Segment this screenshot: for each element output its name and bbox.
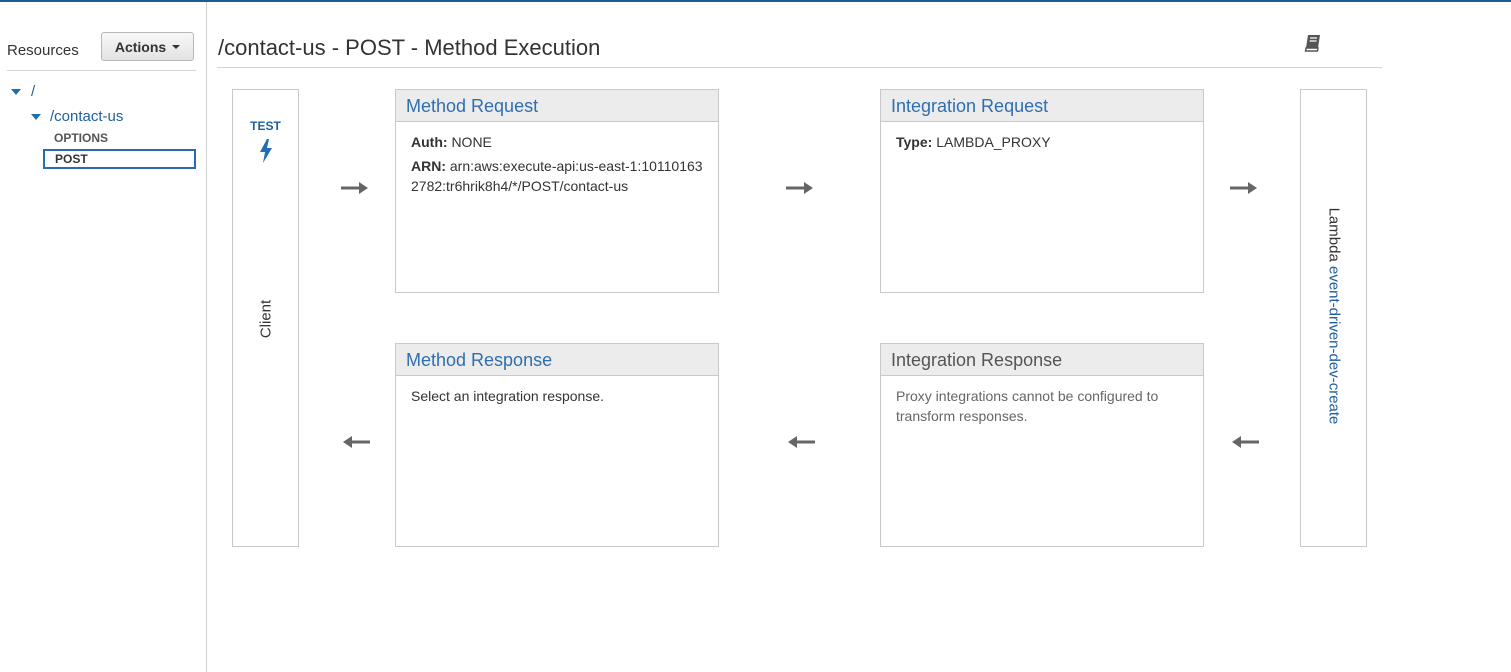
lambda-function-link[interactable]: event-driven-dev-create bbox=[1326, 266, 1343, 424]
arrow-right-icon bbox=[785, 180, 815, 201]
method-request-title[interactable]: Method Request bbox=[396, 90, 718, 122]
type-key: Type: bbox=[896, 134, 933, 150]
integration-request-title[interactable]: Integration Request bbox=[881, 90, 1203, 122]
arrow-left-icon bbox=[786, 434, 816, 455]
arrow-left-icon bbox=[1230, 434, 1260, 455]
resources-sidebar: Resources Actions / /contact-us OPTIONS … bbox=[0, 2, 207, 672]
arrow-right-icon bbox=[340, 180, 370, 201]
expand-triangle-icon[interactable] bbox=[31, 113, 41, 120]
resources-label: Resources bbox=[7, 42, 79, 59]
integration-response-body: Proxy integrations cannot be configured … bbox=[896, 388, 1159, 424]
method-response-box: Method Response Select an integration re… bbox=[395, 343, 719, 547]
type-row: Type: LAMBDA_PROXY bbox=[896, 132, 1188, 152]
arn-key: ARN: bbox=[411, 158, 446, 174]
arrow-right-icon bbox=[1229, 180, 1259, 201]
arn-row: ARN: arn:aws:execute-api:us-east-1:10110… bbox=[411, 156, 703, 196]
client-label: Client bbox=[257, 299, 275, 339]
integration-request-body: Type: LAMBDA_PROXY bbox=[881, 122, 1203, 166]
book-icon[interactable] bbox=[1303, 32, 1325, 59]
title-divider bbox=[217, 67, 1382, 68]
lambda-label: Lambda bbox=[1325, 207, 1343, 262]
tree-item-root-label[interactable]: / bbox=[31, 83, 35, 100]
auth-row: Auth: NONE bbox=[411, 132, 703, 152]
tree-item-contact-us-label[interactable]: /contact-us bbox=[50, 108, 123, 125]
top-border bbox=[0, 0, 1511, 2]
integration-response-box: Integration Response Proxy integrations … bbox=[880, 343, 1204, 547]
arn-value: arn:aws:execute-api:us-east-1:1011016327… bbox=[411, 158, 703, 194]
caret-down-icon bbox=[172, 44, 181, 49]
auth-key: Auth: bbox=[411, 134, 448, 150]
expand-triangle-icon[interactable] bbox=[11, 88, 21, 95]
test-link[interactable]: TEST bbox=[233, 119, 298, 133]
actions-button[interactable]: Actions bbox=[101, 32, 194, 61]
lightning-bolt-icon[interactable] bbox=[258, 138, 274, 169]
page-title: /contact-us - POST - Method Execution bbox=[218, 35, 601, 60]
tree-method-post-selected[interactable]: POST bbox=[43, 149, 196, 169]
lambda-panel: Lambda event-driven-dev-create bbox=[1300, 89, 1367, 547]
arrow-left-icon bbox=[341, 434, 371, 455]
tree-item-root[interactable]: / bbox=[11, 83, 35, 100]
actions-button-label: Actions bbox=[114, 38, 167, 55]
method-request-body: Auth: NONE ARN: arn:aws:execute-api:us-e… bbox=[396, 122, 718, 210]
lambda-label-group: Lambda event-driven-dev-create bbox=[1326, 208, 1343, 425]
method-response-body: Select an integration response. bbox=[411, 388, 605, 404]
tree-item-contact-us[interactable]: /contact-us bbox=[31, 108, 123, 125]
integration-request-box: Integration Request Type: LAMBDA_PROXY bbox=[880, 89, 1204, 293]
method-request-box: Method Request Auth: NONE ARN: arn:aws:e… bbox=[395, 89, 719, 293]
auth-value: NONE bbox=[451, 134, 492, 150]
method-response-title[interactable]: Method Response bbox=[396, 344, 718, 376]
type-value: LAMBDA_PROXY bbox=[936, 134, 1051, 150]
client-panel: TEST Client bbox=[232, 89, 299, 547]
tree-method-options[interactable]: OPTIONS bbox=[54, 131, 108, 145]
integration-response-title: Integration Response bbox=[881, 344, 1203, 376]
sidebar-divider bbox=[7, 70, 196, 71]
